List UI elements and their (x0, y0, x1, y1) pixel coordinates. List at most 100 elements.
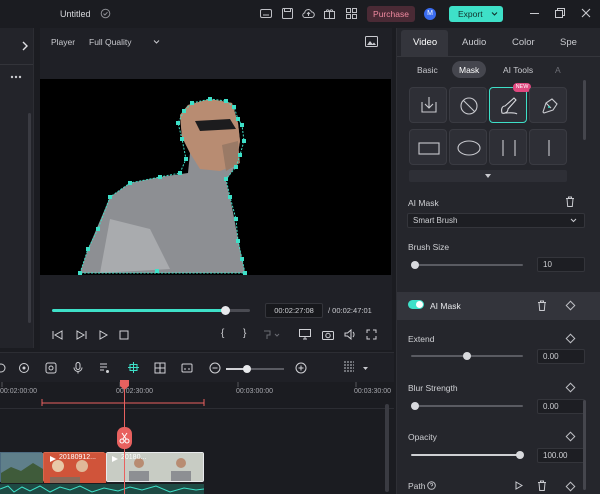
keyframe-icon[interactable] (565, 431, 576, 442)
help-icon[interactable] (427, 481, 436, 490)
play-path-icon[interactable] (515, 481, 523, 490)
scrollbar[interactable] (28, 113, 31, 323)
volume-icon[interactable] (344, 329, 356, 340)
opacity-input[interactable]: 100.00 (537, 448, 585, 463)
chevron-down-icon (153, 35, 160, 49)
keyframe-icon[interactable] (565, 382, 576, 393)
mark-out-icon[interactable]: } (243, 328, 246, 339)
stop-icon[interactable] (119, 330, 129, 340)
snapshot-icon[interactable] (365, 36, 378, 47)
scrollbar[interactable] (583, 400, 586, 490)
previous-frame-icon[interactable] (52, 330, 63, 340)
brush-size-label: Brush Size (408, 242, 450, 252)
path-label: Path (408, 481, 426, 491)
keyframe-icon[interactable] (565, 481, 576, 492)
more-icon[interactable] (10, 75, 22, 79)
split-button[interactable] (117, 427, 132, 449)
video-preview[interactable] (40, 79, 391, 275)
playback-scrubber[interactable] (221, 306, 230, 315)
mark-in-icon[interactable]: { (221, 328, 224, 339)
subtab-ai-tools[interactable]: AI Tools (503, 63, 533, 77)
blur-strength-label: Blur Strength (408, 383, 458, 393)
video-clip[interactable]: 20180912... (43, 452, 106, 483)
restore-icon[interactable] (555, 8, 565, 18)
blur-strength-knob[interactable] (411, 402, 419, 410)
mask-import-tile[interactable] (409, 87, 447, 123)
selected-video-clip[interactable]: 20180... (106, 452, 204, 482)
microphone-icon[interactable] (73, 362, 83, 374)
zoom-in-icon[interactable] (295, 362, 307, 374)
grid-layout-icon[interactable] (346, 8, 357, 19)
tab-audio[interactable]: Audio (462, 37, 486, 48)
trash-icon[interactable] (565, 196, 575, 207)
purchase-button[interactable]: Purchase (367, 6, 415, 22)
export-button[interactable]: Export (449, 6, 503, 22)
chevron-right-icon[interactable] (22, 41, 28, 51)
timeline-layout-icon[interactable] (343, 361, 355, 374)
blur-strength-input[interactable]: 0.00 (537, 399, 585, 414)
opacity-knob[interactable] (516, 451, 524, 459)
subtitle-icon[interactable] (181, 362, 193, 374)
gift-icon[interactable] (324, 8, 335, 19)
mask-ellipse-tile[interactable] (449, 129, 487, 165)
minimize-icon[interactable] (530, 13, 539, 14)
save-icon[interactable] (282, 8, 293, 19)
extend-input[interactable]: 0.00 (537, 349, 585, 364)
current-time-display[interactable]: 00:02:27:08 (265, 303, 323, 318)
ai-mask-dropdown[interactable]: Smart Brush (407, 213, 585, 228)
subtab-more[interactable]: A (555, 63, 561, 77)
next-frame-icon[interactable] (76, 330, 87, 340)
zoom-slider-track[interactable] (248, 368, 284, 370)
close-icon[interactable] (581, 8, 591, 18)
scrollbar[interactable] (583, 80, 586, 140)
avatar[interactable]: M (424, 8, 436, 20)
snap-icon[interactable] (127, 361, 140, 374)
quality-dropdown[interactable]: Full Quality (89, 35, 165, 49)
brush-size-slider[interactable] (411, 264, 523, 266)
expand-tiles-button[interactable] (409, 170, 567, 182)
voiceover-icon[interactable] (99, 362, 110, 374)
cloud-upload-icon[interactable] (302, 8, 315, 19)
no-mask-icon (460, 97, 478, 115)
audio-waveform[interactable] (0, 484, 204, 494)
motion-track-icon[interactable] (45, 362, 57, 374)
brush-size-input[interactable]: 10 (537, 257, 585, 272)
zoom-slider-knob[interactable] (243, 365, 251, 373)
camera-icon[interactable] (322, 329, 334, 340)
mask-none-tile[interactable] (449, 87, 487, 123)
tab-video[interactable]: Video (413, 37, 437, 48)
keyboard-icon[interactable] (260, 8, 272, 19)
marker-icon[interactable] (263, 330, 281, 340)
display-icon[interactable] (299, 329, 311, 340)
record-icon[interactable] (0, 363, 6, 373)
mask-double-line-tile[interactable] (489, 129, 527, 165)
timeline-scrollbar[interactable] (385, 404, 389, 492)
video-clip[interactable] (0, 452, 43, 483)
brush-size-knob[interactable] (411, 261, 419, 269)
keyframe-icon[interactable] (565, 333, 576, 344)
mask-single-line-tile[interactable] (529, 129, 567, 165)
trash-icon[interactable] (537, 300, 547, 311)
mask-pen-tile[interactable] (529, 87, 567, 123)
fullscreen-icon[interactable] (366, 329, 377, 340)
tab-speed[interactable]: Spe (560, 37, 577, 48)
timeline[interactable]: 00:02:00:00 00:02:30:00 00:03:00:00 00:0… (0, 380, 394, 494)
ai-mask-toggle[interactable] (408, 300, 424, 309)
extend-knob[interactable] (463, 352, 471, 360)
media-panel (0, 28, 34, 348)
play-icon[interactable] (99, 330, 108, 340)
playhead-handle[interactable] (120, 380, 129, 390)
caret-down-icon[interactable] (362, 362, 369, 374)
tab-color[interactable]: Color (512, 37, 535, 48)
playback-progress-fill[interactable] (52, 309, 226, 312)
auto-reframe-icon[interactable] (18, 362, 30, 374)
split-screen-icon[interactable] (154, 362, 166, 374)
zoom-out-icon[interactable] (209, 362, 221, 374)
mask-rectangle-tile[interactable] (409, 129, 447, 165)
opacity-slider[interactable] (411, 454, 523, 456)
mask-smart-brush-tile[interactable] (489, 87, 527, 123)
blur-strength-slider[interactable] (411, 405, 523, 407)
subtab-mask[interactable]: Mask (459, 63, 479, 77)
subtab-basic[interactable]: Basic (417, 63, 438, 77)
trash-icon[interactable] (537, 480, 547, 491)
